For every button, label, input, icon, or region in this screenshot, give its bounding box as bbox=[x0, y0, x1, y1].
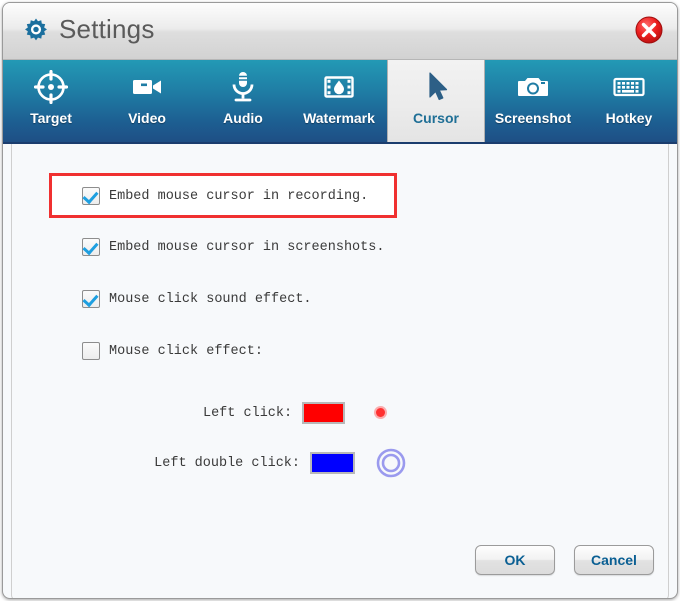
checkbox-embed-cursor-recording[interactable] bbox=[82, 187, 100, 205]
cancel-button[interactable]: Cancel bbox=[574, 545, 654, 575]
mouse-pointer-icon bbox=[419, 70, 453, 104]
option-mouse-click-effect[interactable]: Mouse click effect: bbox=[82, 342, 263, 360]
tab-watermark[interactable]: Watermark bbox=[291, 60, 387, 142]
title-bar: Settings bbox=[3, 3, 677, 60]
checkbox-mouse-click-sound[interactable] bbox=[82, 290, 100, 308]
checkbox-mouse-click-effect[interactable] bbox=[82, 342, 100, 360]
tab-label: Audio bbox=[223, 110, 263, 126]
left-click-color-swatch[interactable] bbox=[302, 402, 345, 424]
left-click-label: Left click: bbox=[202, 405, 293, 421]
tab-hotkey[interactable]: Hotkey bbox=[581, 60, 677, 142]
left-double-click-color-swatch[interactable] bbox=[310, 452, 355, 474]
left-double-click-effect-preview bbox=[375, 447, 407, 479]
option-label: Embed mouse cursor in screenshots. bbox=[109, 239, 385, 255]
row-left-double-click: Left double click: bbox=[147, 447, 407, 479]
checkbox-embed-cursor-screenshots[interactable] bbox=[82, 238, 100, 256]
option-label: Embed mouse cursor in recording. bbox=[109, 188, 369, 204]
microphone-icon bbox=[226, 70, 260, 104]
film-droplet-icon bbox=[322, 70, 356, 104]
option-embed-cursor-screenshots[interactable]: Embed mouse cursor in screenshots. bbox=[82, 238, 384, 256]
video-camera-icon bbox=[130, 70, 164, 104]
close-icon[interactable] bbox=[634, 15, 664, 45]
tab-target[interactable]: Target bbox=[3, 60, 99, 142]
single-dot-ring-icon bbox=[376, 408, 385, 417]
camera-icon bbox=[516, 70, 550, 104]
ok-button[interactable]: OK bbox=[475, 545, 555, 575]
tab-screenshot[interactable]: Screenshot bbox=[485, 60, 581, 142]
tab-label: Video bbox=[128, 110, 166, 126]
dialog-footer: OK Cancel bbox=[475, 545, 654, 575]
tab-label: Target bbox=[30, 110, 72, 126]
option-embed-cursor-recording[interactable]: Embed mouse cursor in recording. bbox=[82, 187, 368, 205]
option-label: Mouse click effect: bbox=[109, 343, 263, 359]
cursor-settings-panel: Embed mouse cursor in recording. Embed m… bbox=[11, 144, 669, 598]
double-ring-icon bbox=[376, 448, 406, 478]
row-left-click: Left click: bbox=[147, 397, 397, 429]
keyboard-icon bbox=[612, 70, 646, 104]
option-mouse-click-sound[interactable]: Mouse click sound effect. bbox=[82, 290, 312, 308]
page-title: Settings bbox=[59, 14, 155, 44]
option-label: Mouse click sound effect. bbox=[109, 291, 312, 307]
tab-bar: Target Video Audio Watermark Cursor Scre… bbox=[3, 60, 677, 144]
tab-label: Screenshot bbox=[494, 110, 572, 126]
left-double-click-label: Left double click: bbox=[154, 455, 300, 471]
left-click-effect-preview bbox=[365, 397, 397, 429]
tab-audio[interactable]: Audio bbox=[195, 60, 291, 142]
settings-dialog: Settings Target Video Audio Watermark Cu… bbox=[2, 2, 678, 599]
tab-cursor[interactable]: Cursor bbox=[387, 60, 485, 142]
tab-video[interactable]: Video bbox=[99, 60, 195, 142]
tab-label: Watermark bbox=[303, 110, 375, 126]
tab-label: Cursor bbox=[413, 110, 459, 126]
gear-icon bbox=[21, 16, 51, 46]
tab-label: Hotkey bbox=[605, 110, 653, 126]
target-crosshair-icon bbox=[33, 69, 69, 105]
